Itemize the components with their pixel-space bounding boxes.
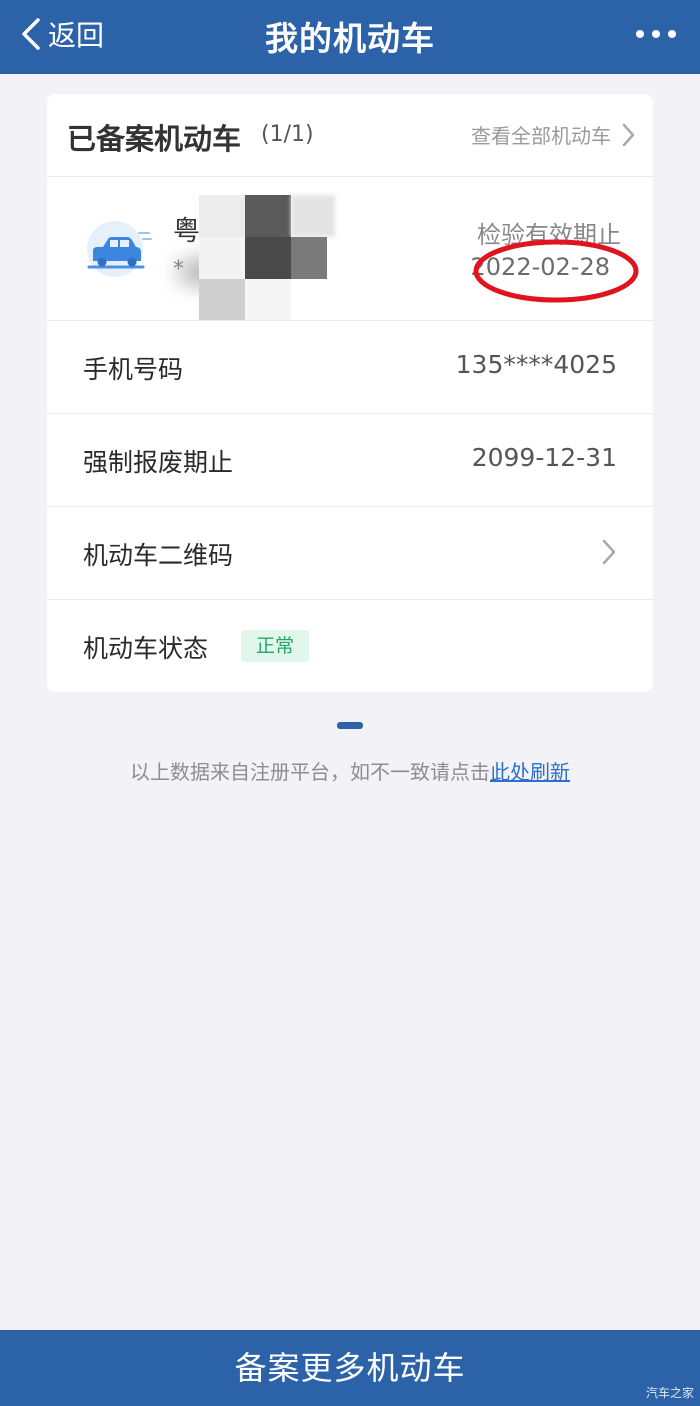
status-badge: 正常 xyxy=(241,630,309,662)
watermark: 汽车之家 xyxy=(645,1386,694,1400)
qr-code-label: 机动车二维码 xyxy=(83,541,234,570)
vehicle-item[interactable]: 粤 * 检验有效期止 2022-02-28 xyxy=(47,177,653,321)
view-all-vehicles-link[interactable]: 查看全部机动车 xyxy=(471,120,635,149)
scrap-date-label: 强制报废期止 xyxy=(83,448,234,477)
privacy-mosaic xyxy=(199,195,335,321)
top-navigation-bar: 返回 我的机动车 xyxy=(0,0,700,74)
card-header: 已备案机动车 (1/1) 查看全部机动车 xyxy=(47,94,653,176)
view-all-label: 查看全部机动车 xyxy=(471,124,611,148)
page-indicator xyxy=(337,722,363,729)
car-icon xyxy=(87,221,152,277)
register-more-vehicles-button[interactable]: 备案更多机动车 xyxy=(0,1330,700,1406)
qr-code-row[interactable]: 机动车二维码 xyxy=(47,507,653,599)
refresh-link[interactable]: 此处刷新 xyxy=(490,760,570,784)
phone-value: 135****4025 xyxy=(455,350,617,379)
card-title: 已备案机动车 xyxy=(67,122,242,156)
vehicle-card: 已备案机动车 (1/1) 查看全部机动车 粤 * xyxy=(47,94,653,692)
data-source-text: 以上数据来自注册平台，如不一致请点击 xyxy=(130,760,490,784)
plate-number: 粤 xyxy=(173,216,200,247)
more-dot xyxy=(636,30,644,38)
data-source-note: 以上数据来自注册平台，如不一致请点击此处刷新 xyxy=(0,756,700,785)
scrap-date-value: 2099-12-31 xyxy=(471,443,617,472)
red-circle-annotation xyxy=(473,239,639,303)
vehicle-count: (1/1) xyxy=(261,122,314,147)
more-dots-icon[interactable] xyxy=(636,22,676,46)
more-dot xyxy=(652,30,660,38)
scrap-date-row: 强制报废期止 2099-12-31 xyxy=(47,414,653,506)
chevron-right-icon xyxy=(602,539,616,565)
page-title: 我的机动车 xyxy=(265,19,435,58)
more-dot xyxy=(668,30,676,38)
phone-label: 手机号码 xyxy=(83,355,184,384)
chevron-right-icon xyxy=(622,123,635,146)
vehicle-status-label: 机动车状态 xyxy=(83,634,209,663)
phone-row: 手机号码 135****4025 xyxy=(47,321,653,413)
vehicle-status-row: 机动车状态 正常 xyxy=(47,600,653,692)
